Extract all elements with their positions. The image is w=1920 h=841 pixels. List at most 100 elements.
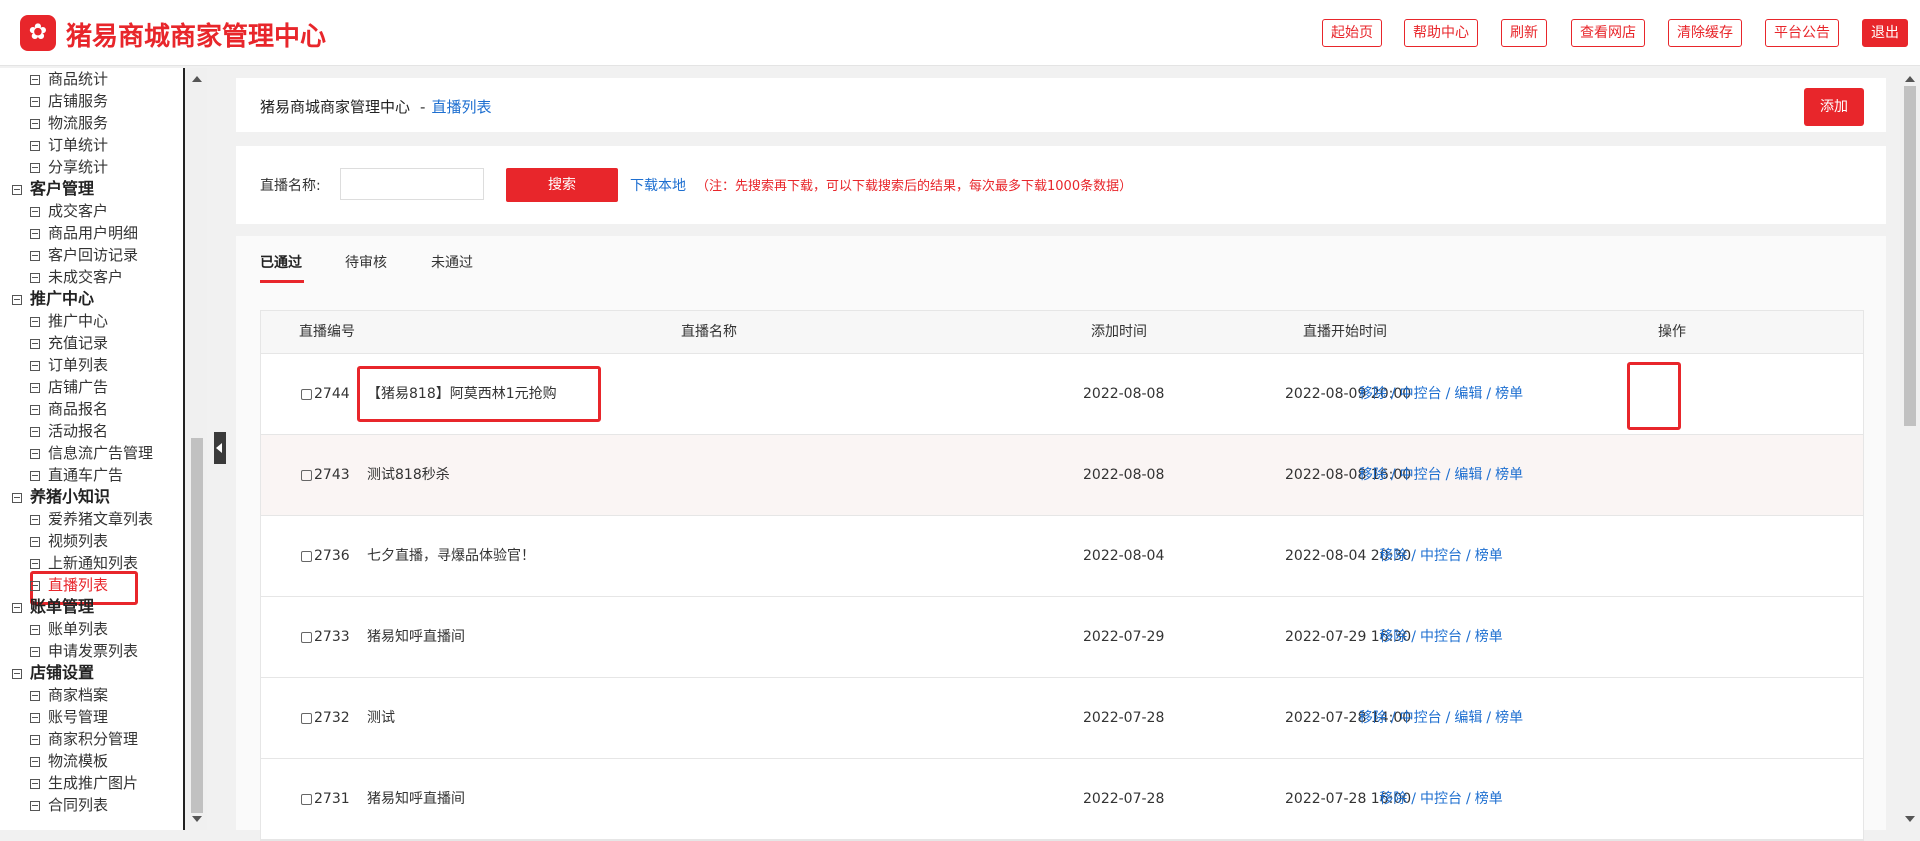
op-link[interactable]: 移除 [1379,791,1407,807]
search-button[interactable]: 搜索 [506,168,618,202]
sidebar-item[interactable]: 活动报名 [0,420,153,442]
scroll-up-icon[interactable] [192,76,202,82]
op-link[interactable]: 移除 [1359,710,1387,726]
sidebar-scroll-thumb[interactable] [191,438,203,813]
sidebar-group[interactable]: 账单管理 [0,596,153,618]
bullet-icon [30,778,40,789]
sidebar-label: 店铺广告 [48,378,109,396]
main-scroll-down-icon[interactable] [1905,816,1915,822]
home-button[interactable]: 起始页 [1322,19,1382,47]
row-checkbox[interactable] [301,469,312,481]
bullet-icon [30,646,40,657]
collapse-sidebar-button[interactable] [214,432,226,464]
op-link[interactable]: 编辑 [1454,386,1482,402]
sidebar-item[interactable]: 生成推广图片 [0,772,153,794]
op-link[interactable]: 中控台 [1420,548,1462,564]
op-link[interactable]: 移除 [1379,629,1407,645]
sidebar-item[interactable]: 商品用户明细 [0,222,153,244]
breadcrumb-root[interactable]: 猪易商城商家管理中心 [260,98,410,116]
main-scroll-up-icon[interactable] [1905,76,1915,82]
sidebar-item[interactable]: 爱养猪文章列表 [0,508,153,530]
op-link[interactable]: 中控台 [1420,791,1462,807]
tab-approved[interactable]: 已通过 [260,252,302,272]
sidebar-item[interactable]: 订单列表 [0,354,153,376]
op-link[interactable]: 榜单 [1475,791,1503,807]
sidebar-item[interactable]: 订单统计 [0,134,153,156]
table-row: 2744 【猪易818】阿莫西林1元抢购 2022-08-08 2022-08-09 … [261,354,1863,435]
sidebar-group[interactable]: 推广中心 [0,288,153,310]
op-link[interactable]: 中控台 [1400,386,1442,402]
sidebar-item[interactable]: 视频列表 [0,530,153,552]
scroll-down-icon[interactable] [192,816,202,822]
add-button[interactable]: 添加 [1804,88,1864,126]
sidebar-group[interactable]: 客户管理 [0,178,153,200]
op-link[interactable]: 榜单 [1495,386,1523,402]
collapse-icon [12,184,22,195]
logout-button[interactable]: 退出 [1862,19,1908,47]
sidebar-item[interactable]: 未成交客户 [0,266,153,288]
platform-notice-button[interactable]: 平台公告 [1765,19,1839,47]
live-id: 2736 [314,548,350,564]
sidebar-item[interactable]: 店铺服务 [0,90,153,112]
op-link[interactable]: 中控台 [1400,467,1442,483]
sidebar-group[interactable]: 养猪小知识 [0,486,153,508]
clear-cache-button[interactable]: 清除缓存 [1668,19,1742,47]
sidebar-item[interactable]: 物流服务 [0,112,153,134]
sidebar-item[interactable]: 账号管理 [0,706,153,728]
sidebar-item[interactable]: 直播列表 [0,571,153,605]
op-link[interactable]: 榜单 [1475,548,1503,564]
sidebar-item[interactable]: 合同列表 [0,794,153,816]
bullet-icon [30,228,40,239]
ops-separator: / [1466,791,1471,807]
top-bar: ✿ 猪易商城商家管理中心 起始页 帮助中心 刷新 查看网店 清除缓存 平台公告 … [0,0,1920,66]
op-link[interactable]: 移除 [1359,386,1387,402]
sidebar-item[interactable]: 商品报名 [0,398,153,420]
refresh-button[interactable]: 刷新 [1501,19,1547,47]
tab-rejected[interactable]: 未通过 [431,252,473,272]
view-shop-button[interactable]: 查看网店 [1571,19,1645,47]
main-scroll-thumb[interactable] [1904,86,1916,426]
sidebar-item[interactable]: 分享统计 [0,156,153,178]
row-checkbox[interactable] [301,388,312,400]
table-row: 2743 测试818秒杀 2022-08-08 2022-08-08 16:00 移除 /… [261,435,1863,516]
row-checkbox[interactable] [301,631,312,643]
op-link[interactable]: 榜单 [1495,710,1523,726]
sidebar-item[interactable]: 商家积分管理 [0,728,153,750]
tab-pending[interactable]: 待审核 [345,252,387,272]
op-link[interactable]: 编辑 [1454,710,1482,726]
breadcrumb-current[interactable]: 直播列表 [431,98,491,116]
bullet-icon [30,624,40,635]
sidebar-item[interactable]: 物流模板 [0,750,153,772]
sidebar-item[interactable]: 店铺广告 [0,376,153,398]
op-link[interactable]: 移除 [1359,467,1387,483]
op-link[interactable]: 编辑 [1454,467,1482,483]
sidebar-scrollbar[interactable] [187,68,207,830]
op-link[interactable]: 中控台 [1420,629,1462,645]
sidebar-item[interactable]: 成交客户 [0,200,153,222]
main-scrollbar[interactable] [1900,68,1920,830]
sidebar-item[interactable]: 商家档案 [0,684,153,706]
row-checkbox[interactable] [301,712,312,724]
op-link[interactable]: 中控台 [1400,710,1442,726]
row-checkbox[interactable] [301,550,312,562]
op-link[interactable]: 移除 [1379,548,1407,564]
op-link[interactable]: 榜单 [1495,467,1523,483]
bullet-icon [30,426,40,437]
live-name-input[interactable] [340,168,484,200]
sidebar-item[interactable]: 直通车广告 [0,464,153,486]
header-actions: 操作 [1658,324,1686,340]
sidebar-item[interactable]: 客户回访记录 [0,244,153,266]
help-center-button[interactable]: 帮助中心 [1404,19,1478,47]
sidebar-item[interactable]: 充值记录 [0,332,153,354]
sidebar-item[interactable]: 商品统计 [0,68,153,90]
sidebar-item[interactable]: 申请发票列表 [0,640,153,662]
row-checkbox[interactable] [301,793,312,805]
sidebar-group[interactable]: 店铺设置 [0,662,153,684]
sidebar-item[interactable]: 账单列表 [0,618,153,640]
ops-separator: / [1466,629,1471,645]
sidebar-item[interactable]: 推广中心 [0,310,153,332]
download-link[interactable]: 下载本地 [630,175,686,195]
sidebar-item[interactable]: 信息流广告管理 [0,442,153,464]
breadcrumb: 猪易商城商家管理中心 - 直播列表 [260,96,491,117]
op-link[interactable]: 榜单 [1475,629,1503,645]
